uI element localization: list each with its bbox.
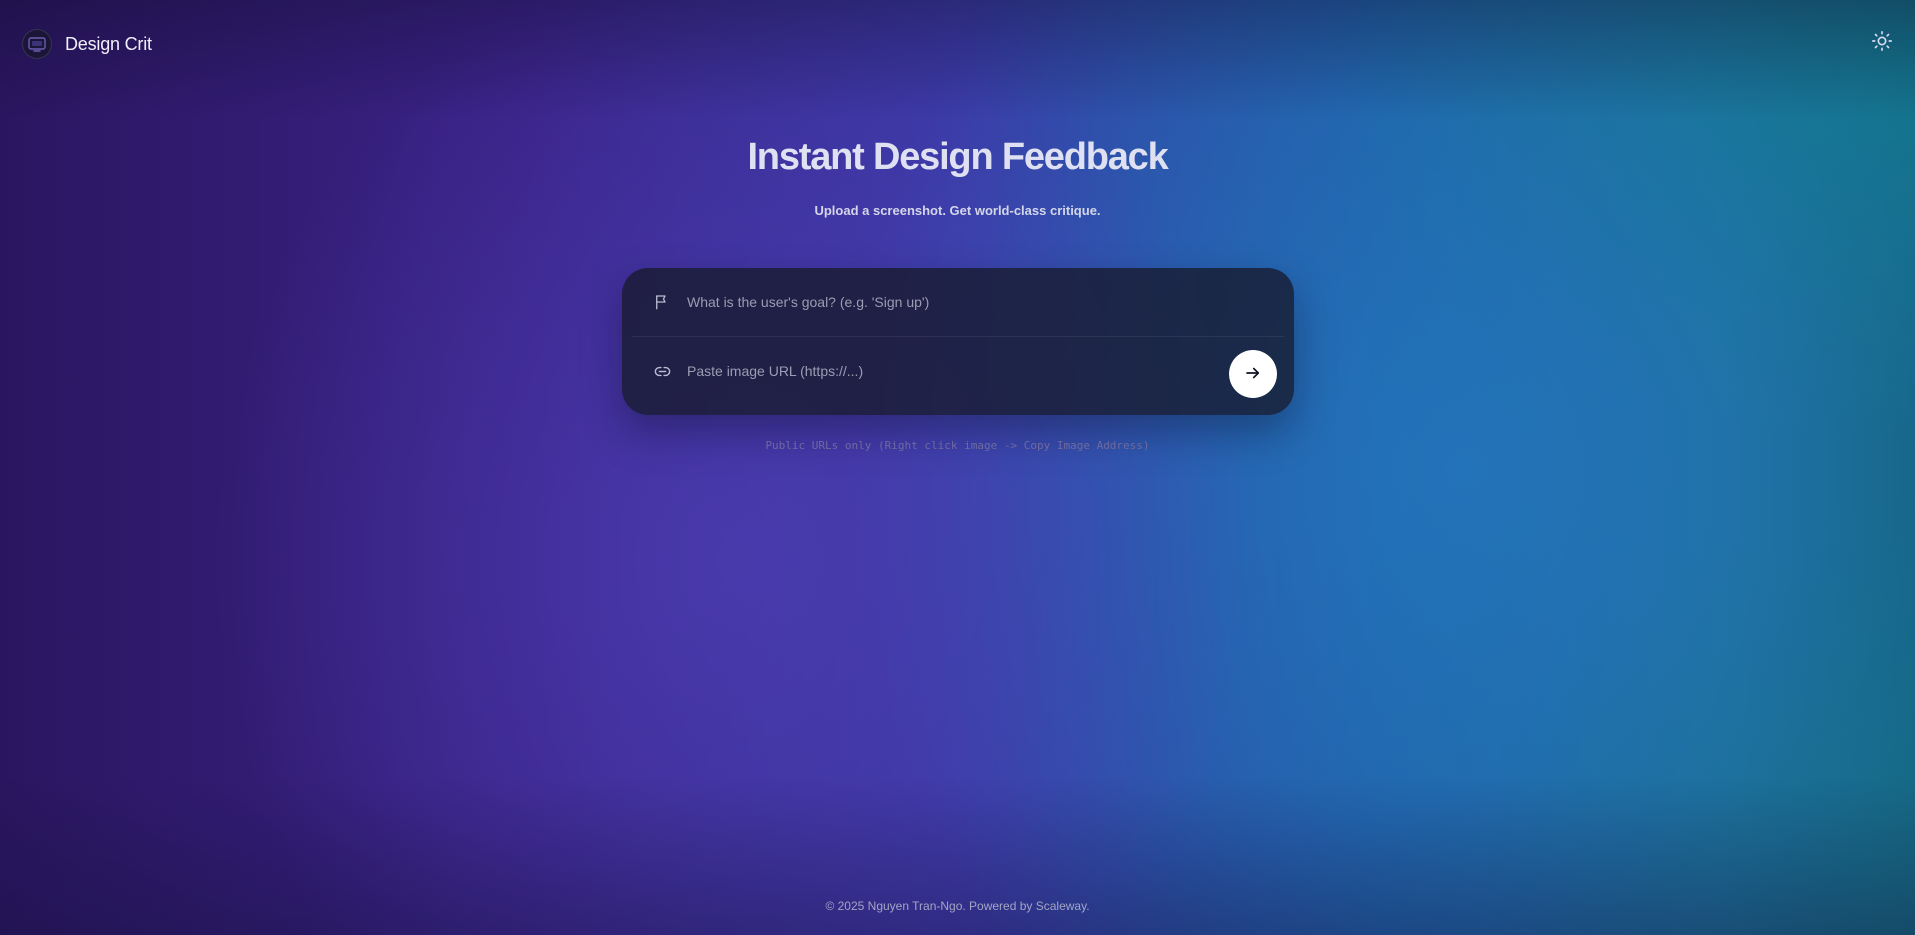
brand-name: Design Crit — [65, 33, 152, 54]
theme-toggle-button[interactable] — [1869, 30, 1895, 56]
critique-form — [622, 268, 1294, 415]
submit-button[interactable] — [1229, 350, 1277, 398]
brand-link[interactable]: Design Crit — [22, 29, 152, 59]
link-icon — [652, 361, 672, 381]
footer-credit: © 2025 Nguyen Tran-Ngo. Powered by Scale… — [825, 899, 1090, 913]
image-url-input[interactable] — [687, 356, 1187, 386]
arrow-right-icon — [1244, 364, 1262, 385]
page-subtitle: Upload a screenshot. Get world-class cri… — [814, 203, 1101, 218]
background-top-shade — [0, 0, 1915, 120]
url-row — [622, 337, 1294, 405]
sun-icon — [1871, 30, 1893, 57]
logo-icon — [22, 29, 52, 59]
page-title: Instant Design Feedback — [747, 136, 1168, 178]
url-hint: Public URLs only (Right click image -> C… — [765, 439, 1150, 452]
goal-input[interactable] — [687, 287, 1187, 317]
flag-icon — [652, 292, 672, 312]
goal-row — [622, 268, 1294, 336]
